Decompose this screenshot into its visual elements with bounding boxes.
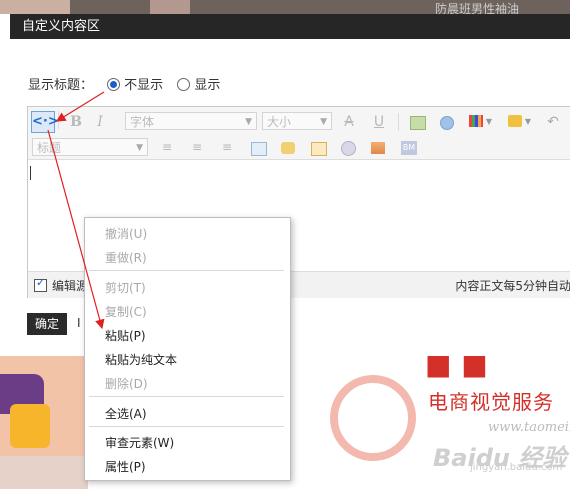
font-size-placeholder: 大小: [267, 115, 292, 129]
menu-item-select-all[interactable]: 全选(A): [105, 405, 147, 422]
background-top-text: 防晨班男性袖油: [435, 2, 520, 16]
underline-button[interactable]: U: [369, 112, 389, 132]
background-illustration: [0, 356, 88, 489]
italic-button[interactable]: I: [90, 112, 110, 132]
strikethrough-button[interactable]: A: [339, 112, 359, 132]
chevron-down-icon: ▼: [320, 117, 327, 127]
context-menu: 撤消(U) 重做(R) 剪切(T) 复制(C) 粘贴(P) 粘贴为纯文本 删除(…: [84, 217, 291, 481]
radio-unselected-icon[interactable]: [177, 78, 191, 91]
menu-item-redo[interactable]: 重做(R): [105, 249, 147, 266]
menu-item-paste[interactable]: 粘贴(P): [105, 327, 146, 344]
radio-hide-label: 不显示: [124, 78, 164, 93]
menu-divider: [89, 270, 284, 271]
show-title-row: 显示标题： 不显示 显示: [28, 74, 220, 93]
background-clock-graphic: [330, 375, 416, 461]
menu-divider: [89, 426, 284, 427]
special-chars-icon[interactable]: [371, 142, 385, 154]
fill-color-icon[interactable]: [508, 115, 522, 127]
bold-button[interactable]: B: [66, 112, 86, 132]
chevron-down-icon: ▼: [245, 117, 252, 127]
cancel-button[interactable]: I: [77, 316, 81, 330]
bm-icon[interactable]: BM: [401, 141, 417, 155]
globe-link-icon[interactable]: [440, 116, 454, 130]
background-domain: www.taomeixh: [488, 420, 570, 435]
menu-divider: [89, 396, 284, 397]
menu-item-inspect[interactable]: 审查元素(W): [105, 434, 174, 451]
source-code-button[interactable]: <·>: [31, 111, 59, 133]
align-center-icon[interactable]: ≡: [189, 137, 205, 157]
menu-item-delete[interactable]: 删除(D): [105, 375, 148, 392]
align-right-icon[interactable]: ≡: [219, 137, 235, 157]
radio-hide-title[interactable]: 不显示: [107, 78, 167, 93]
editor-toolbar: <·> B I 字体 ▼ 大小 ▼ A U ▼ ▼ ↶ 标题 ▼ ≡ ≡ ≡ B…: [28, 107, 570, 160]
radio-show-title[interactable]: 显示: [177, 78, 220, 93]
menu-item-cut[interactable]: 剪切(T): [105, 279, 146, 296]
image-icon[interactable]: [410, 116, 426, 130]
media-icon[interactable]: [311, 142, 327, 156]
heading-select[interactable]: 标题 ▼: [32, 138, 148, 156]
chevron-down-icon[interactable]: ▼: [484, 112, 494, 132]
menu-item-paste-plain[interactable]: 粘贴为纯文本: [105, 351, 177, 368]
chevron-down-icon[interactable]: ▼: [523, 112, 533, 132]
watermark-url: jingyan.baidu.com: [470, 462, 563, 473]
menu-item-copy[interactable]: 复制(C): [105, 303, 147, 320]
radio-selected-icon[interactable]: [107, 78, 121, 91]
confirm-button[interactable]: 确定: [27, 313, 67, 335]
menu-item-properties[interactable]: 属性(P): [105, 458, 146, 475]
background-tagline: 电商视觉服务: [428, 390, 554, 414]
flash-icon[interactable]: [341, 141, 356, 156]
background-red-logo: ■ ■: [425, 348, 488, 381]
show-title-label: 显示标题：: [28, 78, 94, 93]
font-family-select[interactable]: 字体 ▼: [125, 112, 257, 130]
edit-source-checkbox[interactable]: [34, 276, 47, 292]
font-size-select[interactable]: 大小 ▼: [262, 112, 332, 130]
emoticon-icon[interactable]: [281, 142, 295, 154]
undo-icon[interactable]: ↶: [544, 112, 562, 132]
text-cursor: [30, 166, 31, 180]
edit-source-label: 编辑源: [52, 279, 89, 293]
color-grid-icon[interactable]: [469, 115, 483, 127]
autosave-notice: 内容正文每5分钟自动: [455, 279, 570, 293]
align-left-icon[interactable]: ≡: [159, 137, 175, 157]
chevron-down-icon: ▼: [136, 143, 143, 153]
radio-show-label: 显示: [194, 78, 221, 93]
dialog-title: 自定义内容区: [10, 14, 570, 39]
table-icon[interactable]: [251, 142, 267, 156]
heading-placeholder: 标题: [37, 141, 62, 155]
font-family-placeholder: 字体: [130, 115, 155, 129]
menu-item-undo[interactable]: 撤消(U): [105, 225, 147, 242]
